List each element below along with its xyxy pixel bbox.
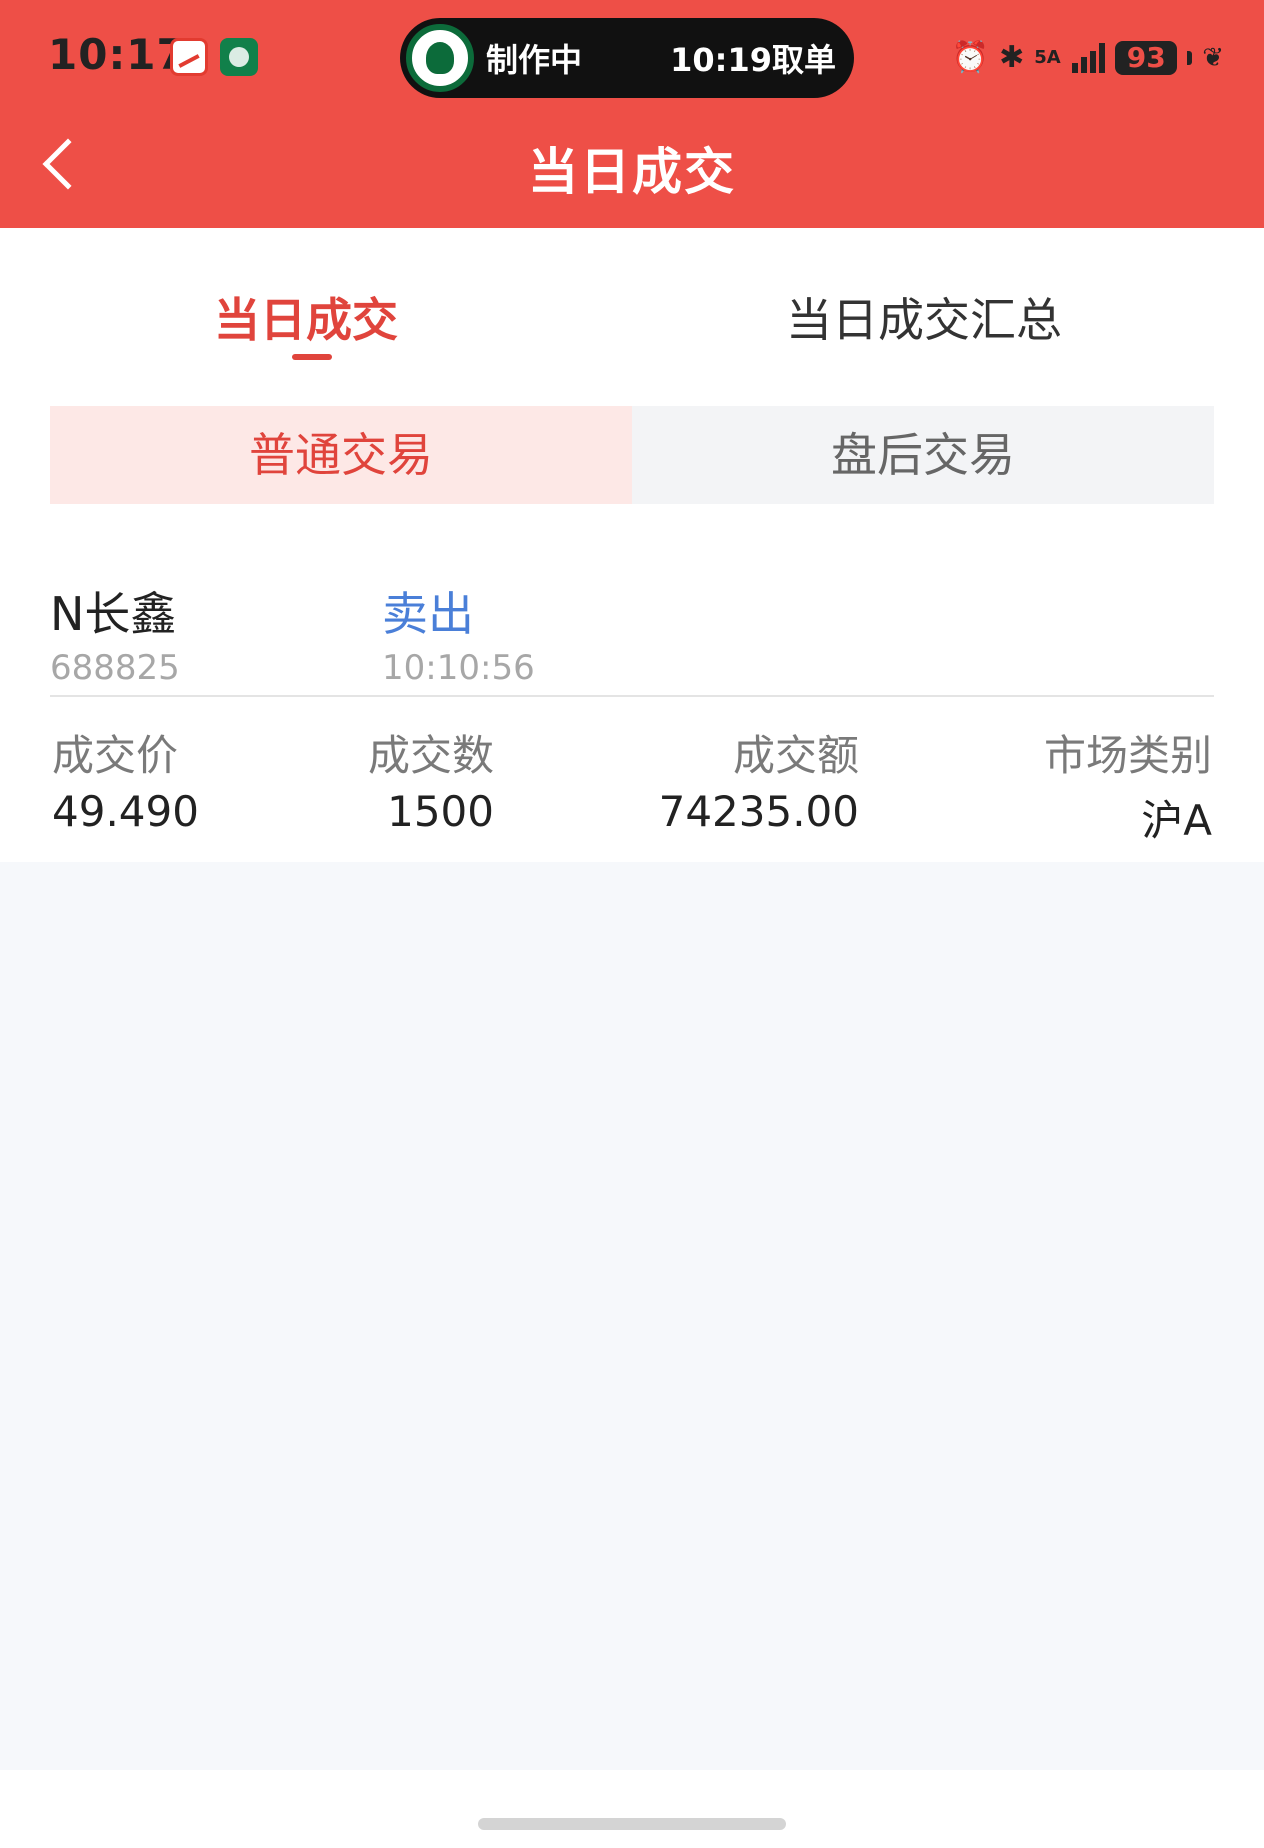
field-amount: 成交额 74235.00 [659,722,859,836]
field-label: 成交额 [732,731,859,780]
coffee-logo-icon [406,24,474,92]
trade-panel: 当日成交 当日成交汇总 普通交易 盘后交易 N长鑫 688825 卖出 10:1… [0,228,1264,862]
order-status: 制作中 [486,41,583,79]
home-indicator[interactable] [478,1818,786,1830]
tab-daily-trades-summary[interactable]: 当日成交汇总 [786,284,1062,350]
top-header: 10:17 制作中 10:19取单 ⏰ ✱ 5A 93 ❦ 当日成交 [0,0,1264,228]
field-label: 成交价 [52,731,179,780]
field-market: 市场类别 沪A [1044,722,1212,848]
field-price: 成交价 49.490 [52,722,199,836]
active-tab-indicator [292,354,332,360]
segment-regular-trading[interactable]: 普通交易 [50,406,632,504]
page-title: 当日成交 [528,143,736,201]
stock-app-icon [170,38,208,76]
bottom-bar [0,1770,1264,1848]
status-icons: ⏰ ✱ 5A 93 ❦ [952,38,1224,78]
stock-name: N长鑫 [50,587,177,641]
field-label: 市场类别 [1043,731,1212,780]
field-value: 74235.00 [658,787,859,836]
field-quantity: 成交数 1500 [368,722,494,836]
trade-time: 10:10:56 [382,648,535,688]
alarm-icon: ⏰ [951,40,990,75]
order-eta: 10:19取单 [670,41,836,79]
coffee-app-icon [220,38,258,76]
network-label: 5A [1034,47,1061,68]
tab-daily-trades[interactable]: 当日成交 [214,284,398,350]
trade-direction: 卖出 [382,587,474,641]
leaf-icon: ❦ [1202,43,1224,73]
bluetooth-icon: ✱ [999,40,1025,75]
field-value: 49.490 [52,787,199,836]
field-label: 成交数 [367,731,494,780]
live-activity-pill[interactable]: 制作中 10:19取单 [400,18,854,98]
field-value: 沪A [1141,796,1212,845]
battery-tip [1187,51,1193,65]
field-value: 1500 [387,787,494,836]
battery-icon: 93 [1115,41,1178,75]
status-time: 10:17 [48,30,187,79]
stock-code: 688825 [50,648,180,688]
segment-after-hours-trading[interactable]: 盘后交易 [632,406,1214,504]
signal-icon [1072,43,1106,73]
divider [50,695,1214,697]
